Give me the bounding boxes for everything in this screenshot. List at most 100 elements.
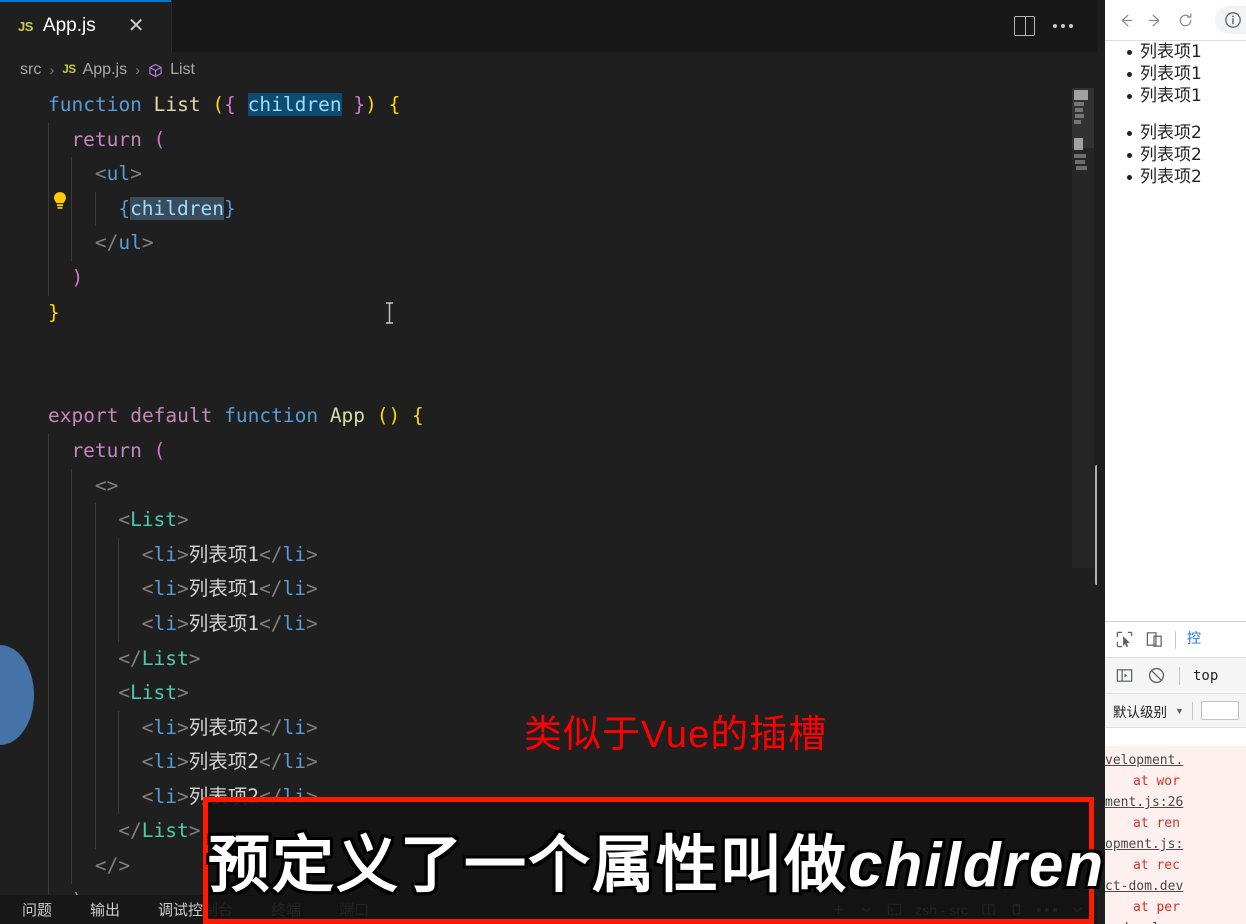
code-line-text: <List> xyxy=(118,508,188,531)
split-editor-icon[interactable] xyxy=(1014,16,1035,36)
code-token: children xyxy=(247,93,342,116)
code-line[interactable]: </ul> xyxy=(0,226,1060,261)
code-line[interactable]: export default function App () { xyxy=(0,399,1060,434)
forward-arrow-icon[interactable] xyxy=(1147,12,1164,29)
code-line[interactable]: <List> xyxy=(0,503,1060,538)
list-item: 列表项2 xyxy=(1105,166,1246,188)
code-line[interactable] xyxy=(0,330,1060,365)
code-token: App xyxy=(329,404,366,428)
breadcrumb-symbol[interactable]: List xyxy=(170,61,195,79)
code-line[interactable]: ) xyxy=(0,260,1060,296)
code-token: > xyxy=(177,681,189,705)
indent-guide xyxy=(71,814,73,850)
close-icon[interactable]: ✕ xyxy=(128,16,145,36)
code-token: > xyxy=(176,784,189,808)
console-source-link[interactable]: opment.js: xyxy=(1105,834,1246,855)
console-source-link[interactable]: velopment. xyxy=(1105,750,1246,771)
code-line[interactable]: function List ({ children }) { xyxy=(0,88,1060,123)
code-line-text: <li>列表项2</li> xyxy=(142,716,318,739)
chevron-down-icon[interactable]: ▼ xyxy=(1175,706,1184,716)
code-token: ) xyxy=(388,404,401,428)
console-level-selector[interactable]: 默认级别 xyxy=(1113,701,1167,721)
console-context-selector[interactable]: top xyxy=(1193,668,1218,684)
code-line[interactable]: <> xyxy=(0,468,1060,504)
code-line[interactable]: <ul> xyxy=(0,157,1060,192)
code-token: 列表项2 xyxy=(188,715,259,739)
clear-console-icon[interactable] xyxy=(1147,666,1166,685)
console-stack-frame: at per xyxy=(1133,900,1180,915)
code-editor[interactable]: function List ({ children }) {return (<u… xyxy=(0,88,1060,924)
editor-scrollbar[interactable] xyxy=(1095,465,1097,585)
code-line[interactable]: <li>列表项1</li> xyxy=(0,606,1060,642)
code-token: > xyxy=(177,508,189,532)
code-token: > xyxy=(176,715,189,739)
indent-guide xyxy=(94,710,96,746)
code-token: ul xyxy=(106,162,131,186)
reload-icon[interactable] xyxy=(1177,12,1194,29)
code-token: li xyxy=(282,715,306,739)
editor-tab-app-js[interactable]: JS App.js ✕ xyxy=(0,0,172,52)
indent-guide xyxy=(71,226,73,261)
console-source-link[interactable]: m-develop xyxy=(1105,918,1246,924)
site-info-icon[interactable] xyxy=(1223,10,1243,30)
code-token: > xyxy=(305,577,318,601)
code-token: children xyxy=(130,196,224,220)
code-token: < xyxy=(94,162,107,186)
code-token: li xyxy=(153,750,177,774)
code-line[interactable]: return ( xyxy=(0,122,1060,158)
subtitle-box: 预定义了一个属性叫做children xyxy=(203,797,1103,924)
devtools-tab-console[interactable]: 控 xyxy=(1183,628,1241,660)
editor-minimap[interactable] xyxy=(1072,88,1094,568)
code-token: } xyxy=(48,300,60,324)
code-token: < xyxy=(118,508,131,532)
minimap-slider[interactable] xyxy=(1072,88,1094,148)
code-line[interactable]: } xyxy=(0,296,1060,331)
code-line[interactable]: <li>列表项1</li> xyxy=(0,572,1060,607)
text-cursor-ibeam xyxy=(384,302,395,324)
code-token: </> xyxy=(94,854,131,878)
code-token: > xyxy=(141,231,154,255)
code-token: </ xyxy=(258,750,283,774)
panel-tab-output[interactable]: 输出 xyxy=(90,899,120,920)
indent-guide xyxy=(118,779,120,815)
code-line-text: export default function App () { xyxy=(48,404,424,427)
console-output[interactable]: velopment. at wor ment.js:26 at ren opment.j… xyxy=(1105,746,1246,924)
code-line[interactable]: <li>列表项1</li> xyxy=(0,537,1060,573)
code-token: 列表项1 xyxy=(188,542,259,566)
indent-guide xyxy=(71,849,73,884)
code-token: } xyxy=(223,196,236,220)
device-toolbar-icon[interactable] xyxy=(1145,630,1164,649)
panel-tab-problems[interactable]: 问题 xyxy=(22,899,52,920)
inspect-element-icon[interactable] xyxy=(1115,630,1134,649)
indent-guide xyxy=(48,606,49,642)
breadcrumb-file[interactable]: App.js xyxy=(83,61,127,79)
console-stack-frame: at rec xyxy=(1133,858,1180,873)
breadcrumb-folder[interactable]: src xyxy=(20,61,41,79)
console-filter-input[interactable] xyxy=(1200,701,1239,720)
back-arrow-icon[interactable] xyxy=(1117,12,1134,29)
code-line[interactable]: </List> xyxy=(0,641,1060,677)
lightbulb-quickfix-icon[interactable] xyxy=(51,191,69,213)
code-token: return xyxy=(71,127,142,151)
code-token: li xyxy=(153,784,177,808)
code-line-text: <> xyxy=(95,474,118,497)
console-source-link[interactable]: ment.js:26 xyxy=(1105,792,1246,813)
console-source-link[interactable]: ct-dom.dev xyxy=(1105,876,1246,897)
indent-guide xyxy=(48,710,49,746)
indent-guide xyxy=(94,537,96,573)
code-line-text: return ( xyxy=(71,128,165,151)
code-line-text: </> xyxy=(95,854,130,877)
code-line[interactable]: {children} xyxy=(0,191,1060,227)
console-sidebar-icon[interactable] xyxy=(1115,666,1134,685)
code-token: ( xyxy=(212,93,225,116)
indent-guide xyxy=(48,779,49,815)
code-token: li xyxy=(153,611,177,635)
code-token: < xyxy=(141,542,154,566)
code-line[interactable] xyxy=(0,365,1060,400)
more-actions-icon[interactable] xyxy=(1053,24,1073,28)
code-line[interactable]: return ( xyxy=(0,433,1060,469)
